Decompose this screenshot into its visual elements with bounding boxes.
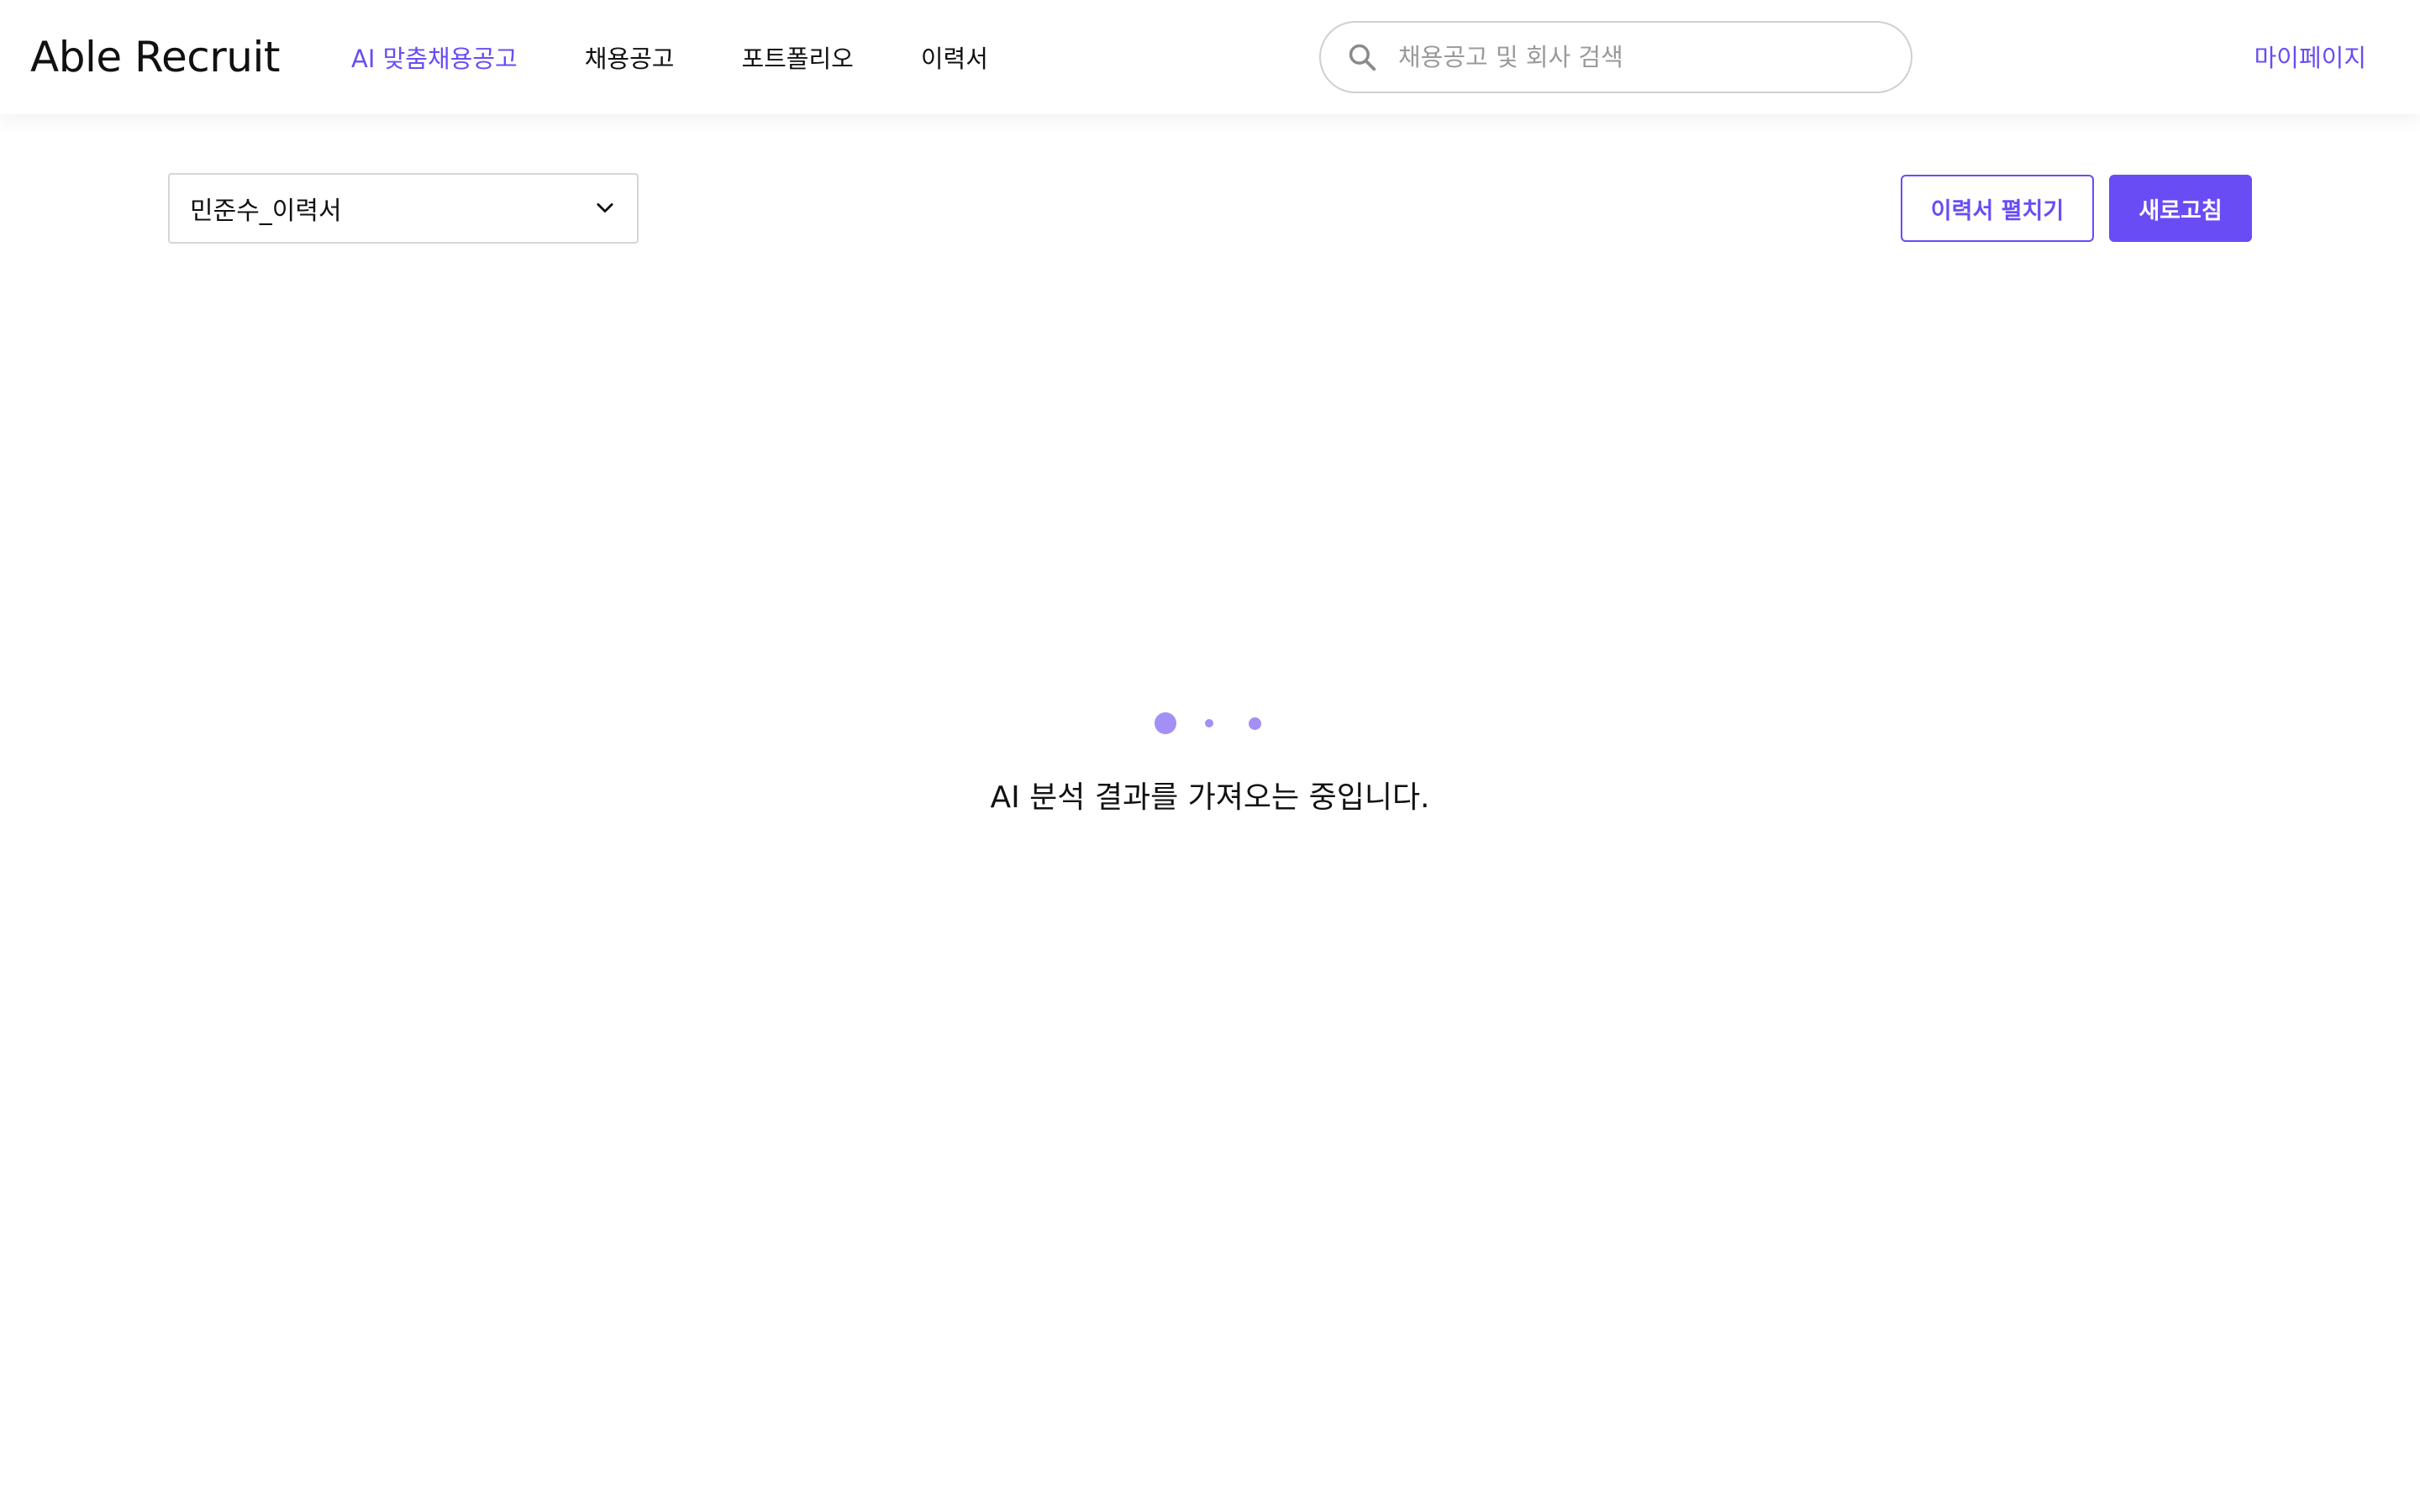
chevron-down-icon (597, 202, 613, 213)
resume-select-value: 민준수_이력서 (190, 197, 342, 226)
search-icon (1349, 44, 1376, 71)
app-header: Able Recruit AI 맞춤채용공고 채용공고 포트폴리오 이력서 마이… (0, 0, 2420, 114)
resume-select[interactable]: 민준수_이력서 (168, 173, 639, 244)
loading-spinner (1151, 710, 1269, 735)
nav-job-postings[interactable]: 채용공고 (585, 39, 675, 75)
main-nav: AI 맞춤채용공고 채용공고 포트폴리오 이력서 (351, 0, 1055, 114)
search-bar[interactable] (1319, 21, 1912, 93)
refresh-button[interactable]: 새로고침 (2109, 175, 2252, 242)
nav-portfolio[interactable]: 포트폴리오 (741, 39, 853, 75)
loading-dot (1205, 719, 1213, 727)
loading-message: AI 분석 결과를 가져오는 중입니다. (990, 780, 1430, 815)
mypage-link[interactable]: 마이페이지 (2254, 39, 2366, 74)
nav-ai-recommended-jobs[interactable]: AI 맞춤채용공고 (351, 39, 518, 75)
search-input[interactable] (1397, 42, 1867, 72)
app-logo[interactable]: Able Recruit (30, 29, 280, 86)
loading-dot (1249, 717, 1261, 730)
loading-dot (1155, 712, 1176, 734)
nav-resume[interactable]: 이력서 (921, 39, 988, 75)
expand-resume-button[interactable]: 이력서 펼치기 (1901, 175, 2094, 242)
